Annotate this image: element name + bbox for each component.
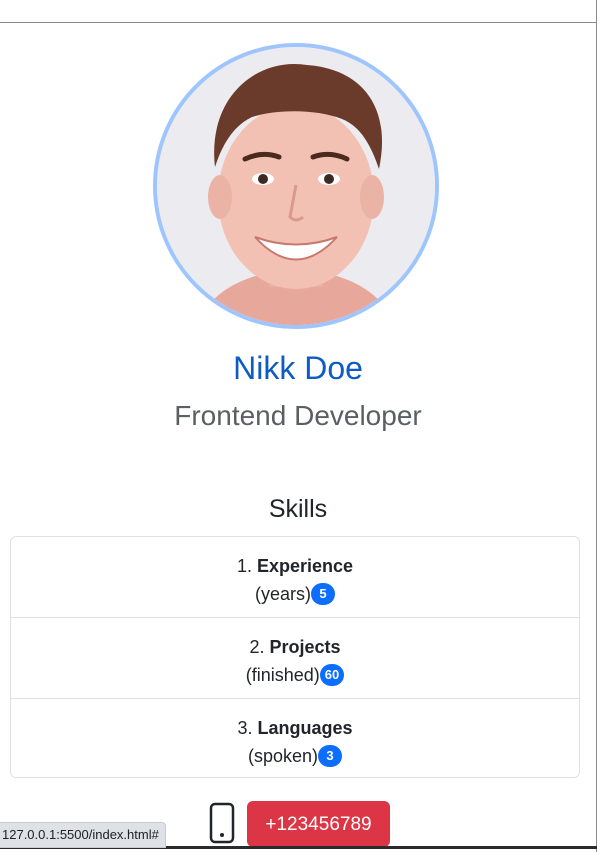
phone-call-button[interactable]: +123456789	[247, 801, 390, 847]
avatar-portrait	[157, 47, 435, 325]
profile-name: Nikk Doe	[233, 350, 363, 386]
skill-note: (spoken)	[247, 746, 319, 766]
skill-name: Languages	[257, 718, 353, 738]
skill-count-badge: 5	[311, 583, 335, 605]
skill-number: 3.	[237, 718, 253, 738]
skill-note: (finished)	[245, 665, 320, 685]
skill-number: 1.	[236, 556, 252, 576]
skill-count-badge: 3	[318, 745, 343, 767]
skill-number: 2.	[249, 637, 265, 657]
skill-name: Experience	[256, 556, 354, 576]
list-item-languages: 3. Languages (spoken) 3	[11, 699, 579, 780]
window-scrollbar-gutter	[596, 0, 608, 852]
profile-title: Frontend Developer	[174, 400, 422, 431]
skill-note: (years)	[254, 584, 311, 604]
skills-heading: Skills	[268, 495, 328, 523]
skills-list: 1. Experience (years) 5 2. Projects (fini…	[10, 536, 580, 778]
skill-name: Projects	[269, 637, 341, 657]
status-bar-url: 127.0.0.1:5500/index.html#	[0, 822, 166, 848]
skill-count-badge: 60	[319, 664, 345, 686]
avatar	[153, 43, 439, 329]
window-top-border	[0, 0, 596, 23]
list-item-projects: 2. Projects (finished) 60	[11, 618, 579, 699]
list-item-experience: 1. Experience (years) 5	[11, 537, 579, 618]
mobile-phone-icon	[209, 802, 235, 844]
